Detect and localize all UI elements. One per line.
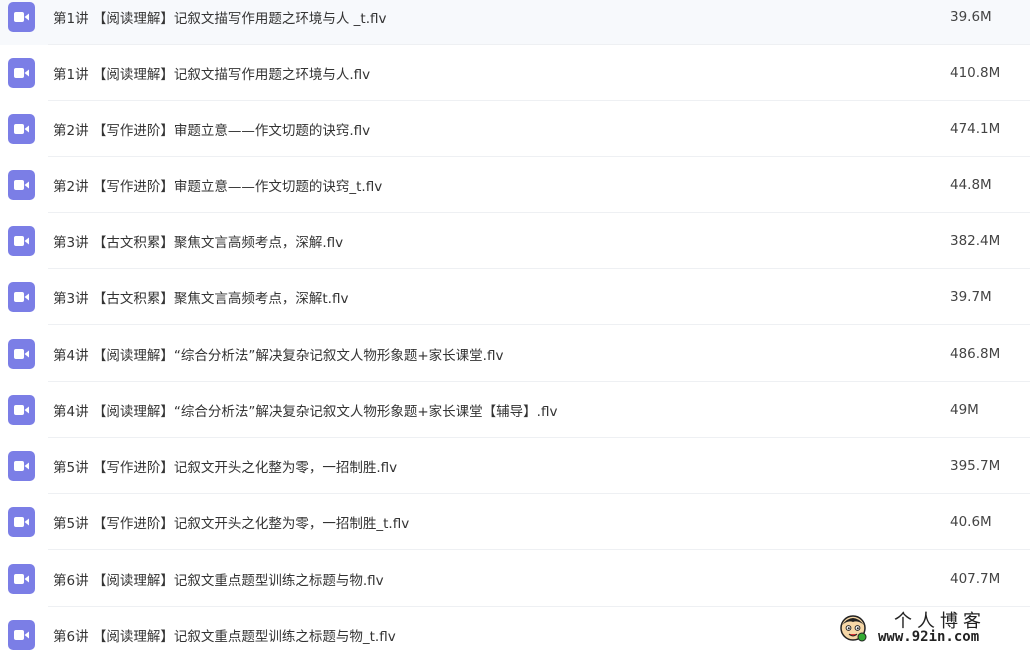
file-row[interactable]: 第5讲 【写作进阶】记叙文开头之化整为零，一招制胜_t.flv 40.6M <box>0 494 1030 550</box>
row-divider <box>48 324 1030 325</box>
file-size: 486.8M <box>950 346 1001 362</box>
file-row[interactable]: 第4讲 【阅读理解】“综合分析法”解决复杂记叙文人物形象题+家长课堂.flv 4… <box>0 326 1030 382</box>
file-name: 第2讲 【写作进阶】审题立意——作文切题的诀窍_t.flv <box>53 179 383 195</box>
file-size: 382.4M <box>950 233 1001 249</box>
file-row[interactable]: 第3讲 【古文积累】聚焦文言高频考点，深解t.flv 39.7M <box>0 269 1030 325</box>
file-size: 407.7M <box>950 571 1001 587</box>
file-list: 第1讲 【阅读理解】记叙文描写作用题之环境与人 _t.flv 39.6M 第1讲… <box>0 0 1030 651</box>
file-name: 第5讲 【写作进阶】记叙文开头之化整为零，一招制胜.flv <box>53 460 398 476</box>
file-size: 39.6M <box>950 9 992 25</box>
watermark-url: www.92in.com <box>878 629 980 645</box>
file-row[interactable]: 第6讲 【阅读理解】记叙文重点题型训练之标题与物.flv 407.7M <box>0 551 1030 607</box>
file-name: 第6讲 【阅读理解】记叙文重点题型训练之标题与物_t.flv <box>53 629 396 645</box>
video-file-icon <box>8 114 35 144</box>
video-file-icon <box>8 507 35 537</box>
file-name: 第2讲 【写作进阶】审题立意——作文切题的诀窍.flv <box>53 123 371 139</box>
file-name: 第1讲 【阅读理解】记叙文描写作用题之环境与人 _t.flv <box>53 11 387 27</box>
video-file-icon <box>8 339 35 369</box>
file-row[interactable]: 第1讲 【阅读理解】记叙文描写作用题之环境与人 _t.flv 39.6M <box>0 0 1030 45</box>
file-name: 第4讲 【阅读理解】“综合分析法”解决复杂记叙文人物形象题+家长课堂.flv <box>53 348 504 364</box>
file-row[interactable]: 第1讲 【阅读理解】记叙文描写作用题之环境与人.flv 410.8M <box>0 45 1030 101</box>
file-size: 40.6M <box>950 514 992 530</box>
video-file-icon <box>8 170 35 200</box>
video-file-icon <box>8 2 35 32</box>
video-file-icon <box>8 564 35 594</box>
file-name: 第4讲 【阅读理解】“综合分析法”解决复杂记叙文人物形象题+家长课堂【辅导】.f… <box>53 404 558 420</box>
video-file-icon <box>8 58 35 88</box>
file-row[interactable]: 第2讲 【写作进阶】审题立意——作文切题的诀窍.flv 474.1M <box>0 101 1030 157</box>
file-size: 49M <box>950 402 979 418</box>
file-row[interactable]: 第3讲 【古文积累】聚焦文言高频考点，深解.flv 382.4M <box>0 213 1030 269</box>
site-watermark: 个人博客 www.92in.com <box>838 607 1028 649</box>
video-file-icon <box>8 451 35 481</box>
file-name: 第5讲 【写作进阶】记叙文开头之化整为零，一招制胜_t.flv <box>53 516 410 532</box>
file-row[interactable]: 第4讲 【阅读理解】“综合分析法”解决复杂记叙文人物形象题+家长课堂【辅导】.f… <box>0 382 1030 438</box>
file-name: 第3讲 【古文积累】聚焦文言高频考点，深解.flv <box>53 235 344 251</box>
file-name: 第1讲 【阅读理解】记叙文描写作用题之环境与人.flv <box>53 67 371 83</box>
file-size: 410.8M <box>950 65 1001 81</box>
video-file-icon <box>8 226 35 256</box>
file-size: 44.8M <box>950 177 992 193</box>
file-size: 39.7M <box>950 289 992 305</box>
cartoon-avatar-icon <box>840 615 867 642</box>
row-divider <box>48 549 1030 550</box>
file-size: 395.7M <box>950 458 1001 474</box>
video-file-icon <box>8 620 35 650</box>
file-name: 第3讲 【古文积累】聚焦文言高频考点，深解t.flv <box>53 291 349 307</box>
video-file-icon <box>8 282 35 312</box>
video-file-icon <box>8 395 35 425</box>
file-name: 第6讲 【阅读理解】记叙文重点题型训练之标题与物.flv <box>53 573 384 589</box>
file-row[interactable]: 第2讲 【写作进阶】审题立意——作文切题的诀窍_t.flv 44.8M <box>0 157 1030 213</box>
file-size: 474.1M <box>950 121 1001 137</box>
file-row[interactable]: 第5讲 【写作进阶】记叙文开头之化整为零，一招制胜.flv 395.7M <box>0 438 1030 494</box>
